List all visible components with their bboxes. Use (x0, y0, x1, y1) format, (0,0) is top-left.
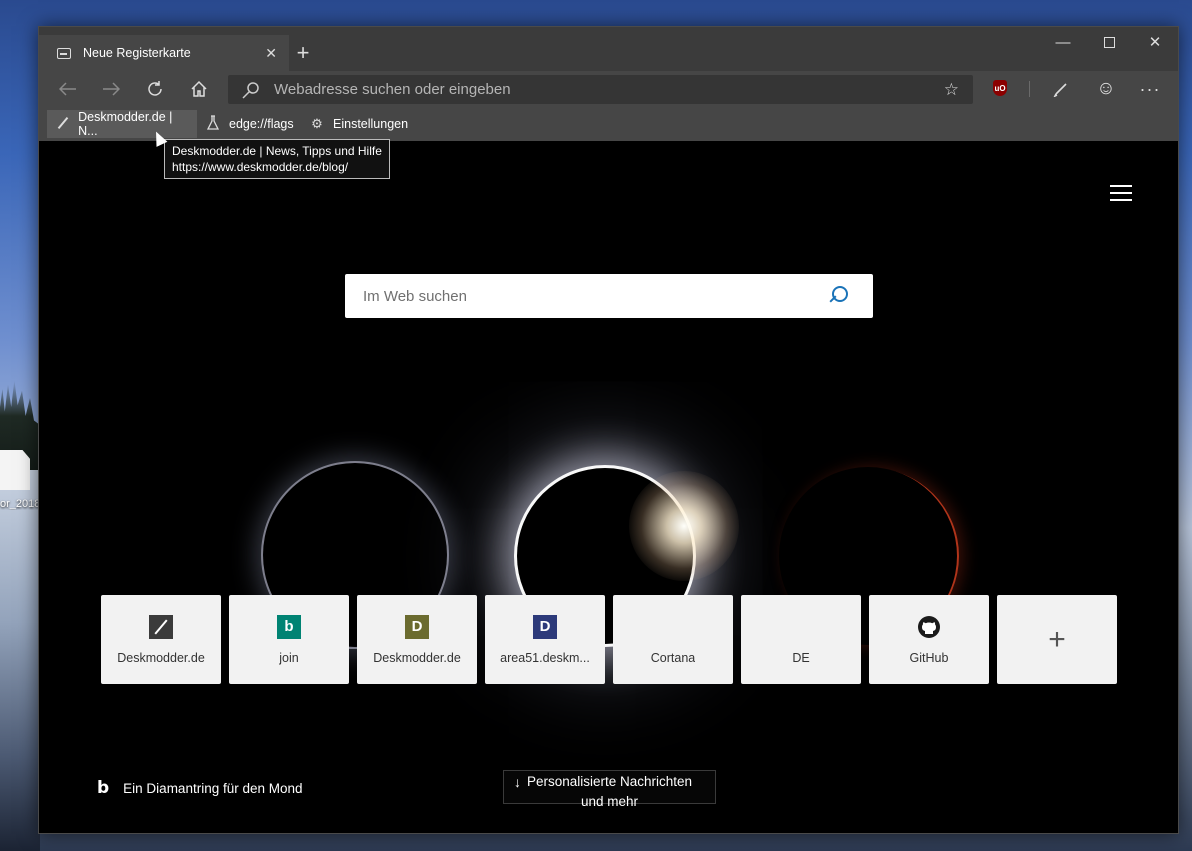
desktop-wallpaper-lake (0, 470, 40, 851)
maximize-button[interactable] (1086, 27, 1132, 57)
personalized-news-button[interactable]: ↓ Personalisierte Nachrichten und mehr (503, 770, 716, 809)
home-icon (191, 80, 207, 97)
top-site-tile[interactable]: b join (229, 595, 349, 684)
letter-d-icon: D (533, 614, 557, 639)
favorite-deskmodder[interactable]: Deskmodder.de | N... (47, 110, 197, 138)
home-button[interactable] (182, 71, 216, 107)
gear-icon: ⚙ (311, 116, 323, 131)
favorite-settings[interactable]: ⚙ Einstellungen (301, 110, 416, 138)
close-window-button[interactable]: ✕ (1132, 27, 1178, 57)
top-site-tile[interactable]: DE (741, 595, 861, 684)
toolbar-divider (1029, 81, 1030, 97)
tab-strip: Neue Registerkarte ✕ + — ✕ (39, 27, 1178, 71)
top-site-tile[interactable]: Cortana (613, 595, 733, 684)
pen-icon-glyph (1053, 83, 1067, 97)
tile-label: DE (792, 650, 810, 665)
flask-icon (205, 115, 221, 133)
tile-label: join (279, 650, 299, 665)
new-tab-page: Deskmodder.de b join D Deskmodder.de D a… (39, 141, 1178, 833)
navigation-toolbar: ☆ uO ☺ ··· (39, 71, 1178, 107)
search-icon[interactable] (827, 285, 849, 307)
tab-close-icon[interactable]: ✕ (265, 45, 277, 62)
microsoft-icon (789, 615, 813, 639)
favorite-label: Deskmodder.de | N... (78, 110, 173, 138)
desktop-file-label[interactable]: or_2018 (0, 498, 40, 510)
top-site-tile[interactable]: D area51.deskm... (485, 595, 605, 684)
favorites-bar: Deskmodder.de | N... edge://flags ⚙ Eins… (39, 107, 1178, 141)
tile-label: area51.deskm... (500, 650, 590, 665)
top-sites: Deskmodder.de b join D Deskmodder.de D a… (101, 595, 1117, 684)
refresh-icon (148, 81, 162, 96)
favorite-tooltip: Deskmodder.de | News, Tipps und Hilfe ht… (164, 139, 390, 179)
letter-d-icon: D (405, 614, 429, 639)
bing-icon: b (277, 614, 301, 639)
web-search-box[interactable] (345, 274, 873, 318)
github-icon (917, 615, 941, 639)
pen-icon[interactable] (1049, 71, 1073, 107)
tooltip-title: Deskmodder.de | News, Tipps und Hilfe (172, 144, 382, 158)
tab-new-tab[interactable]: Neue Registerkarte ✕ (39, 35, 289, 71)
plus-icon: + (1048, 622, 1066, 656)
image-credit[interactable]: b Ein Diamantring für den Mond (97, 778, 303, 798)
tile-label: Deskmodder.de (117, 650, 205, 665)
top-site-tile[interactable]: D Deskmodder.de (357, 595, 477, 684)
add-site-tile[interactable]: + (997, 595, 1117, 684)
top-site-tile[interactable]: GitHub (869, 595, 989, 684)
tab-title: Neue Registerkarte (83, 46, 191, 60)
favorite-label: Einstellungen (333, 117, 409, 131)
newtab-page-icon (57, 47, 71, 59)
diamond-ring-flare (629, 471, 739, 581)
pen-icon (149, 614, 173, 639)
minimize-button[interactable]: — (1040, 27, 1086, 57)
arrow-right-icon (103, 82, 120, 96)
search-icon (242, 81, 259, 99)
forward-button[interactable] (94, 71, 128, 107)
tooltip-url: https://www.deskmodder.de/blog/ (172, 160, 349, 174)
top-site-tile[interactable]: Deskmodder.de (101, 595, 221, 684)
favorite-edge-flags[interactable]: edge://flags (197, 110, 302, 138)
web-search-input[interactable] (361, 286, 827, 306)
pen-icon (55, 117, 70, 132)
feedback-smiley-icon[interactable]: ☺ (1093, 71, 1119, 107)
news-button-line2: und mehr (580, 794, 639, 809)
tile-label: Cortana (650, 650, 696, 665)
star-icon[interactable]: ☆ (944, 80, 959, 100)
more-menu-button[interactable]: ··· (1137, 71, 1163, 107)
refresh-button[interactable] (138, 71, 172, 107)
news-button-line1: Personalisierte Nachrichten (526, 774, 693, 789)
new-tab-button[interactable]: + (289, 39, 317, 67)
arrow-left-icon (59, 82, 76, 96)
ublock-extension-icon[interactable]: uO (993, 80, 1007, 96)
arrow-down-icon: ↓ (514, 774, 521, 790)
image-credit-text: Ein Diamantring für den Mond (123, 780, 303, 796)
address-bar[interactable]: ☆ (228, 75, 973, 104)
favorite-label: edge://flags (229, 117, 294, 131)
tile-label: GitHub (909, 650, 949, 665)
maximize-icon (1103, 36, 1115, 48)
address-input[interactable] (272, 80, 944, 99)
back-button[interactable] (51, 71, 85, 107)
browser-window: Neue Registerkarte ✕ + — ✕ ☆ uO ☺ (38, 26, 1179, 834)
tile-label: Deskmodder.de (373, 650, 461, 665)
bing-logo-icon: b (97, 778, 110, 798)
desktop-file-icon[interactable] (0, 450, 30, 490)
page-settings-menu-icon[interactable] (1110, 185, 1132, 203)
microsoft-icon (661, 615, 685, 639)
